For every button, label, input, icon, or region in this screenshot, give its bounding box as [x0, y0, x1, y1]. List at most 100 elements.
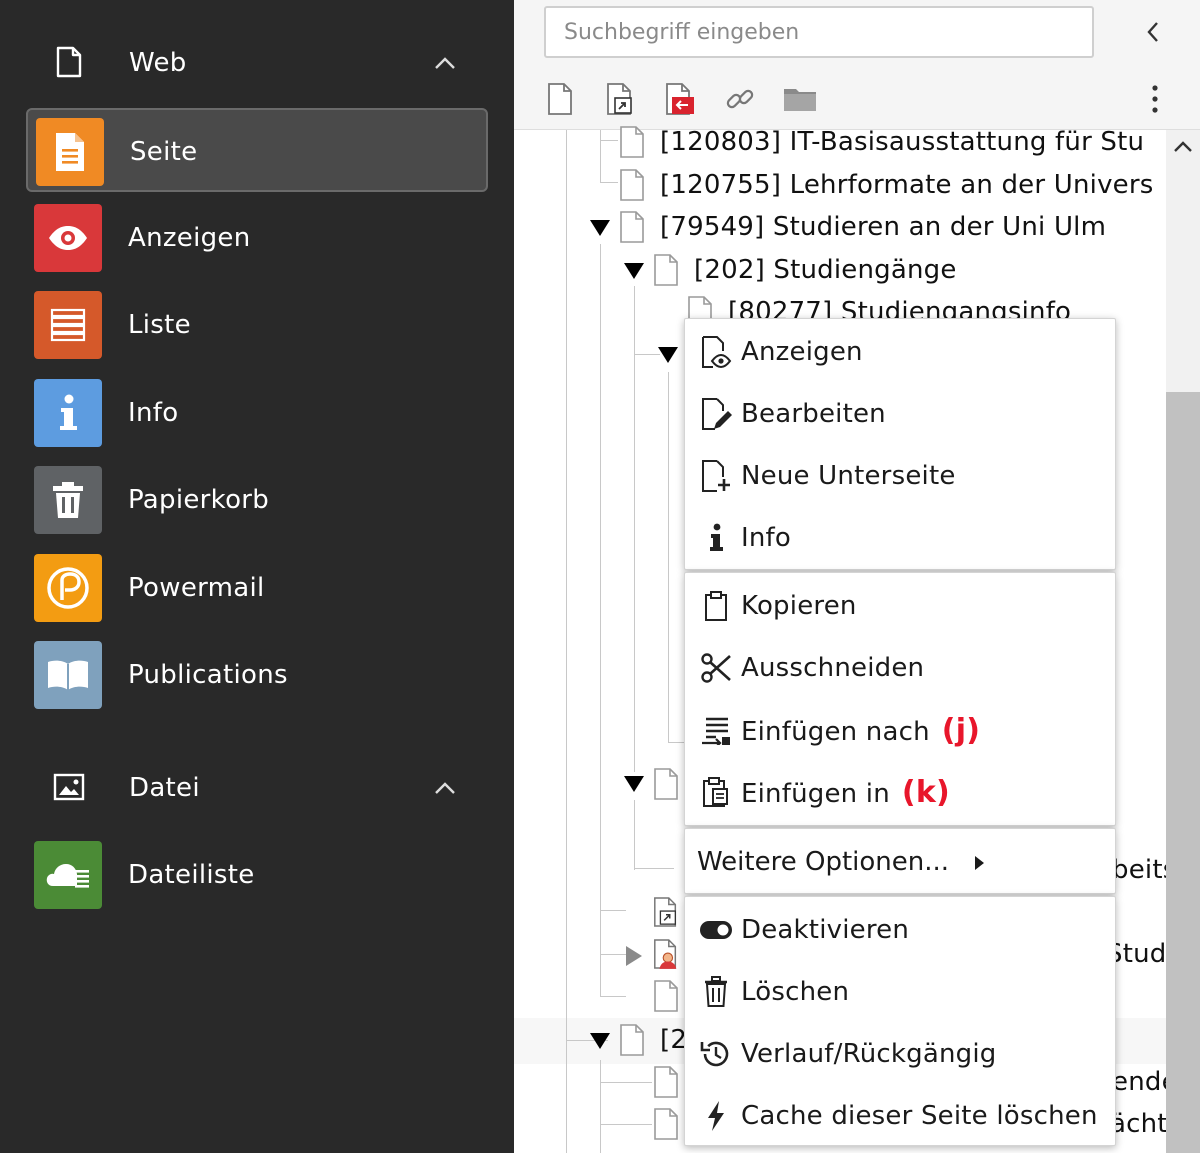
- context-menu-group: Kopieren Ausschneiden Einfügen nach (j) E…: [684, 572, 1116, 826]
- menu-item-info[interactable]: Info: [685, 507, 1115, 569]
- more-options-icon[interactable]: [1142, 80, 1168, 118]
- chevron-up-icon[interactable]: [1170, 134, 1196, 160]
- page-icon: [620, 1024, 644, 1056]
- menu-item-kopieren[interactable]: Kopieren: [685, 575, 1115, 637]
- context-menu: Anzeigen Bearbeiten Neue Unterseite Info: [684, 318, 1116, 1146]
- image-icon: [52, 770, 86, 804]
- module-group-label: Datei: [129, 773, 200, 803]
- shortcut-hint: (j): [941, 712, 981, 748]
- page-shortcut-icon: [654, 897, 677, 927]
- trash-icon: [699, 975, 733, 1009]
- module-item-label: Papierkorb: [128, 485, 270, 515]
- menu-item-label: Info: [741, 523, 792, 553]
- page-outline-icon: [52, 45, 86, 79]
- menu-item-einfuegen-in[interactable]: Einfügen in (k): [685, 761, 1115, 823]
- page-view-icon: [699, 335, 733, 369]
- chevron-left-icon[interactable]: [1138, 14, 1168, 50]
- menu-item-weitere-optionen[interactable]: Weitere Optionen...: [685, 831, 1115, 893]
- page-shortcut-icon[interactable]: [602, 80, 638, 118]
- folder-icon[interactable]: [782, 80, 818, 118]
- toggle-off-icon: [699, 913, 733, 947]
- page-icon: [620, 211, 644, 243]
- page-icon: [654, 1066, 678, 1098]
- menu-item-label: Verlauf/Rückgängig: [741, 1039, 997, 1069]
- chevron-up-icon[interactable]: [430, 48, 460, 78]
- menu-item-loeschen[interactable]: Löschen: [685, 961, 1115, 1023]
- tree-node[interactable]: [120803] IT-Basisausstattung für Stu: [618, 122, 1144, 162]
- module-item-label: Seite: [130, 137, 198, 167]
- menu-item-label: Deaktivieren: [741, 915, 910, 945]
- expand-toggle-icon[interactable]: [656, 343, 680, 367]
- module-item-anzeigen[interactable]: Anzeigen: [26, 196, 488, 280]
- module-item-dateiliste[interactable]: Dateiliste: [26, 833, 488, 917]
- menu-item-cache-loeschen[interactable]: Cache dieser Seite löschen: [685, 1085, 1115, 1147]
- submenu-arrow-icon: [975, 856, 984, 870]
- clipboard-icon: [699, 589, 733, 623]
- module-item-powermail[interactable]: Powermail: [26, 546, 488, 630]
- collapsed-toggle-icon[interactable]: [622, 944, 646, 968]
- menu-item-label: Ausschneiden: [741, 653, 925, 683]
- menu-item-label: Einfügen in (k): [741, 774, 950, 810]
- new-page-icon[interactable]: [542, 80, 578, 118]
- module-item-papierkorb[interactable]: Papierkorb: [26, 458, 488, 542]
- menu-item-label: Einfügen nach (j): [741, 712, 981, 748]
- shortcut-hint: (k): [901, 774, 950, 810]
- page-icon: [654, 254, 678, 286]
- menu-item-deaktivieren[interactable]: Deaktivieren: [685, 899, 1115, 961]
- menu-item-verlauf[interactable]: Verlauf/Rückgängig: [685, 1023, 1115, 1085]
- module-item-label: Publications: [128, 660, 288, 690]
- info-icon: [34, 379, 102, 447]
- tree-node-label: [79549] Studieren an der Uni Ulm: [660, 212, 1107, 242]
- list-icon: [34, 291, 102, 359]
- module-item-info[interactable]: Info: [26, 371, 488, 455]
- eye-icon: [34, 204, 102, 272]
- page-icon: [36, 118, 104, 186]
- module-item-label: Info: [128, 398, 179, 428]
- module-group-datei[interactable]: Datei: [0, 753, 514, 823]
- page-tree-toolbar: [514, 0, 1200, 130]
- tree-node-label: ächt: [1110, 1109, 1168, 1139]
- page-external-link-icon[interactable]: [662, 80, 698, 118]
- tree-node[interactable]: [202] Studiengänge: [652, 250, 957, 290]
- module-item-label: Powermail: [128, 573, 265, 603]
- expand-toggle-icon[interactable]: [588, 1029, 612, 1053]
- tree-node[interactable]: [2: [618, 1020, 687, 1060]
- module-group-web[interactable]: Web: [0, 28, 514, 98]
- menu-item-label: Kopieren: [741, 591, 857, 621]
- menu-item-einfuegen-nach[interactable]: Einfügen nach (j): [685, 699, 1115, 761]
- menu-item-label: Neue Unterseite: [741, 461, 956, 491]
- menu-item-bearbeiten[interactable]: Bearbeiten: [685, 383, 1115, 445]
- link-icon[interactable]: [722, 80, 758, 118]
- module-item-liste[interactable]: Liste: [26, 283, 488, 367]
- expand-toggle-icon[interactable]: [588, 216, 612, 240]
- paste-into-icon: [699, 775, 733, 809]
- expand-toggle-icon[interactable]: [622, 772, 646, 796]
- search-input[interactable]: [544, 6, 1094, 58]
- module-menu: Web Seite Anzeigen Liste Info Papierkorb…: [0, 0, 514, 1153]
- page-icon: [620, 169, 644, 201]
- menu-item-label: Cache dieser Seite löschen: [741, 1101, 1098, 1131]
- module-item-label: Dateiliste: [128, 860, 255, 890]
- page-edit-icon: [699, 397, 733, 431]
- menu-item-label: Anzeigen: [741, 337, 863, 367]
- expand-toggle-icon[interactable]: [622, 259, 646, 283]
- menu-item-neue-unterseite[interactable]: Neue Unterseite: [685, 445, 1115, 507]
- tree-node[interactable]: [79549] Studieren an der Uni Ulm: [618, 207, 1106, 247]
- cloud-files-icon: [34, 841, 102, 909]
- page-icon: [654, 980, 678, 1012]
- tree-node-label: [120803] IT-Basisausstattung für Stu: [660, 127, 1145, 157]
- page-icon: [620, 126, 644, 158]
- page-icon: [654, 1108, 678, 1140]
- page-new-icon: [699, 459, 733, 493]
- menu-item-ausschneiden[interactable]: Ausschneiden: [685, 637, 1115, 699]
- module-item-seite[interactable]: Seite: [26, 108, 488, 192]
- tree-node[interactable]: [120755] Lehrformate an der Univers: [618, 165, 1153, 205]
- info-icon: [699, 521, 733, 555]
- module-item-publications[interactable]: Publications: [26, 633, 488, 717]
- tree-node-partial[interactable]: ächt: [1110, 1104, 1168, 1144]
- menu-item-anzeigen[interactable]: Anzeigen: [685, 321, 1115, 383]
- page-icon: [654, 768, 678, 800]
- scrollbar-thumb[interactable]: [1166, 392, 1200, 1153]
- tree-node-label: [202] Studiengänge: [694, 255, 957, 285]
- chevron-up-icon[interactable]: [430, 773, 460, 803]
